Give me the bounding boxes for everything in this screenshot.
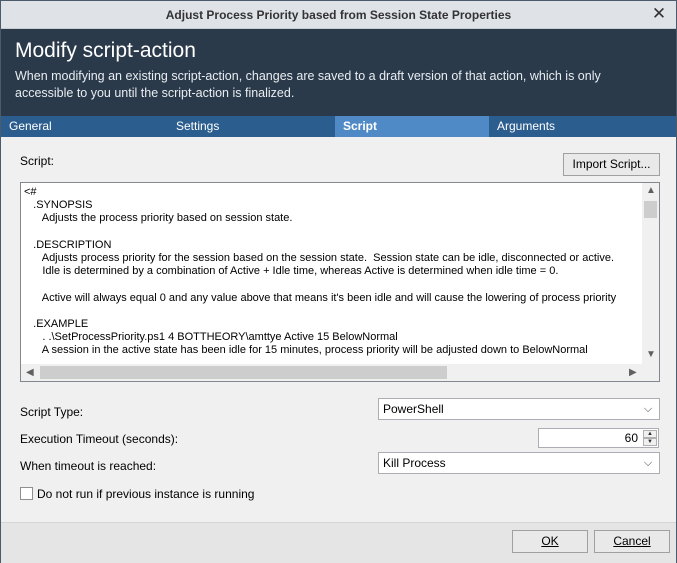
timeout-stepper[interactable]: 60 ▲ ▼: [538, 428, 659, 448]
tab-arguments[interactable]: Arguments: [489, 116, 649, 137]
vertical-scrollbar[interactable]: ▲ ▼: [642, 183, 659, 364]
tab-script[interactable]: Script: [335, 116, 489, 137]
script-label: Script:: [20, 154, 55, 168]
cancel-button[interactable]: Cancel: [594, 530, 670, 553]
no-run-label[interactable]: Do not run if previous instance is runni…: [37, 487, 254, 501]
close-icon[interactable]: ✕: [650, 4, 668, 24]
title-bar: Adjust Process Priority based from Sessi…: [1, 1, 676, 29]
script-type-select[interactable]: PowerShell ⌵: [378, 398, 660, 420]
page-description: When modifying an existing script-action…: [15, 69, 601, 100]
cancel-label: Cancel: [613, 534, 651, 548]
ok-label: OK: [541, 534, 559, 548]
script-content[interactable]: <# .SYNOPSIS Adjusts the process priorit…: [24, 186, 642, 358]
script-type-label: Script Type:: [20, 405, 84, 419]
timeout-value[interactable]: 60: [625, 431, 638, 445]
scroll-right-icon[interactable]: ▶: [629, 367, 637, 378]
spin-up-icon[interactable]: ▲: [643, 430, 657, 438]
tab-bar: General Settings Script Arguments: [1, 113, 676, 137]
timeout-action-value: Kill Process: [383, 456, 446, 470]
script-editor[interactable]: <# .SYNOPSIS Adjusts the process priorit…: [20, 182, 660, 382]
import-script-button[interactable]: Import Script...: [563, 153, 660, 176]
scroll-left-icon[interactable]: ◀: [26, 367, 34, 378]
script-type-value: PowerShell: [383, 402, 444, 416]
scroll-up-icon[interactable]: ▲: [646, 185, 656, 196]
page-title: Modify script-action: [15, 39, 196, 62]
timeout-action-label: When timeout is reached:: [20, 459, 157, 473]
timeout-action-select[interactable]: Kill Process ⌵: [378, 452, 660, 474]
timeout-label: Execution Timeout (seconds):: [20, 432, 179, 446]
scroll-down-icon[interactable]: ▼: [646, 349, 656, 360]
no-run-checkbox[interactable]: [20, 487, 33, 500]
tab-general[interactable]: General: [1, 116, 154, 137]
vertical-scroll-thumb[interactable]: [644, 201, 657, 218]
dialog-window: Adjust Process Priority based from Sessi…: [0, 0, 677, 563]
footer-bar: OK Cancel: [1, 522, 676, 563]
horizontal-scrollbar[interactable]: ◀ ▶: [21, 364, 659, 381]
spin-down-icon[interactable]: ▼: [643, 438, 657, 446]
window-title: Adjust Process Priority based from Sessi…: [165, 8, 512, 22]
header-banner: Modify script-action When modifying an e…: [1, 29, 676, 113]
chevron-down-icon: ⌵: [643, 457, 653, 469]
chevron-down-icon: ⌵: [643, 403, 653, 415]
ok-button[interactable]: OK: [512, 530, 588, 553]
horizontal-scroll-thumb[interactable]: [40, 366, 447, 379]
tab-settings[interactable]: Settings: [168, 116, 321, 137]
